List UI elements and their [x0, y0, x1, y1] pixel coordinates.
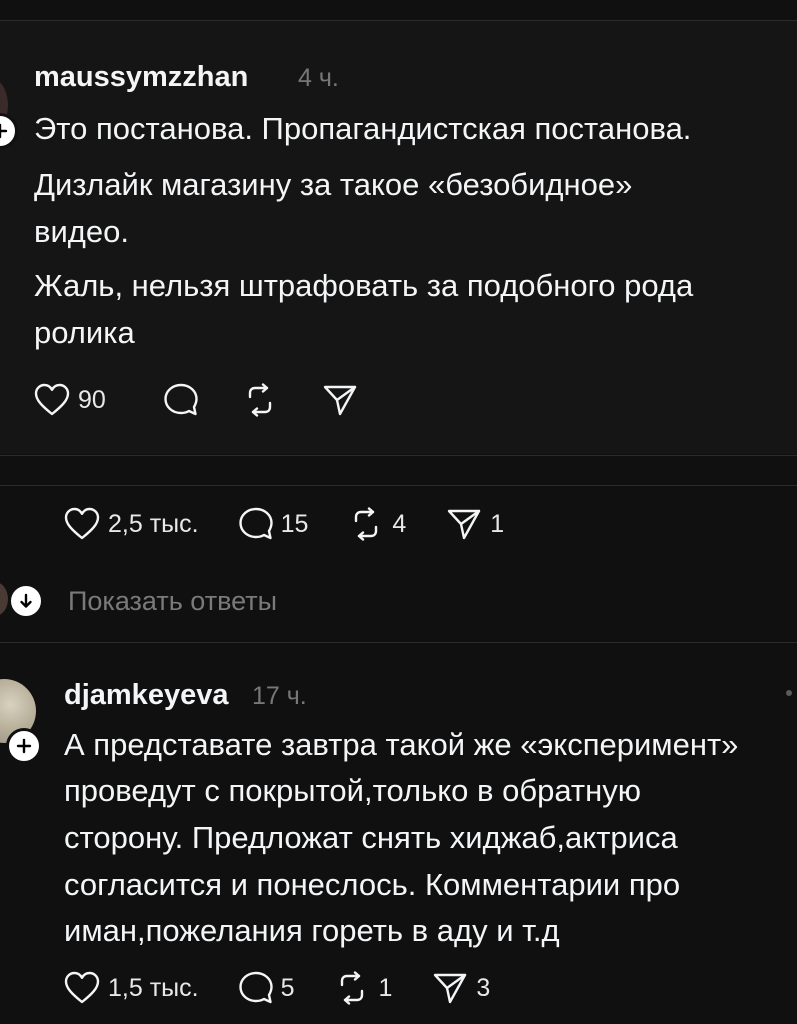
show-replies-arrow-icon[interactable] [8, 583, 44, 619]
comment-text-line: согласится и понеслось. Комментарии про [64, 867, 681, 902]
repost-count: 4 [392, 509, 407, 538]
comment-actions: 90 [34, 383, 402, 417]
like-button[interactable]: 90 [34, 383, 106, 417]
repost-icon [341, 971, 364, 1005]
send-icon [323, 385, 357, 416]
repost-count: 1 [378, 973, 393, 1002]
nested-reply-card[interactable]: maussymzzhan 4 ч. Это постанова. Пропага… [0, 21, 797, 454]
divider [0, 485, 797, 486]
post-actions: 2,5 тыс. 15 4 1 [64, 507, 548, 541]
reply-button[interactable]: 15 [238, 507, 309, 541]
heart-icon [34, 383, 70, 416]
comment-text-line: Это постанова. Пропагандистская постанов… [34, 111, 692, 146]
avatar[interactable] [0, 582, 8, 616]
share-count: 3 [476, 973, 491, 1002]
username[interactable]: djamkeyeva [64, 679, 228, 712]
send-icon [434, 973, 467, 1004]
more-options-icon[interactable] [786, 690, 792, 696]
reply-count: 5 [280, 973, 295, 1002]
comment-text-line: иман,пожелания гореть в аду и т.д [64, 913, 560, 948]
reply-button[interactable] [164, 383, 198, 417]
heart-icon [64, 971, 100, 1004]
comment-text-line: А представате завтра такой же «экспериме… [64, 727, 739, 762]
share-count: 1 [490, 509, 505, 538]
like-count: 1,5 тыс. [108, 973, 199, 1002]
repost-button[interactable]: 1 [334, 971, 392, 1005]
heart-icon [64, 507, 100, 540]
reply-button[interactable]: 5 [238, 971, 295, 1005]
comment-card[interactable]: djamkeyeva 17 ч. А представате завтра та… [0, 643, 797, 1024]
comment-text-line: ролика [34, 315, 135, 350]
comment-bubble-icon [238, 971, 273, 1004]
comment-bubble-icon [164, 383, 198, 416]
comment-text-line: Дизлайк магазину за такое «безобидное» [34, 167, 633, 202]
show-replies-link[interactable]: Показать ответы [68, 586, 277, 617]
divider [0, 455, 797, 456]
timestamp: 4 ч. [298, 64, 339, 92]
comment-text-line: видео. [34, 214, 129, 249]
share-button[interactable] [322, 383, 358, 417]
repost-button[interactable] [242, 383, 278, 417]
follow-badge-icon[interactable] [6, 728, 42, 764]
repost-button[interactable]: 4 [348, 507, 406, 541]
like-count: 90 [78, 385, 106, 414]
like-count: 2,5 тыс. [108, 509, 199, 538]
follow-badge-icon[interactable] [0, 113, 18, 149]
reply-count: 15 [280, 509, 309, 538]
send-icon [448, 509, 481, 540]
share-button[interactable]: 1 [446, 507, 504, 541]
username[interactable]: maussymzzhan [34, 61, 248, 94]
comment-text-line: сторону. Предложат снять хиджаб,актриса [64, 820, 678, 855]
timestamp: 17 ч. [252, 682, 307, 710]
repost-icon [355, 507, 378, 541]
share-button[interactable]: 3 [432, 971, 490, 1005]
comment-bubble-icon [238, 507, 273, 540]
like-button[interactable]: 2,5 тыс. [64, 507, 199, 541]
comment-text-line: Жаль, нельзя штрафовать за подобного род… [34, 268, 694, 303]
like-button[interactable]: 1,5 тыс. [64, 971, 199, 1005]
comment-actions: 1,5 тыс. 5 1 3 [64, 971, 534, 1005]
comment-text-line: проведут с покрытой,только в обратную [64, 773, 641, 808]
repost-icon [248, 383, 272, 417]
